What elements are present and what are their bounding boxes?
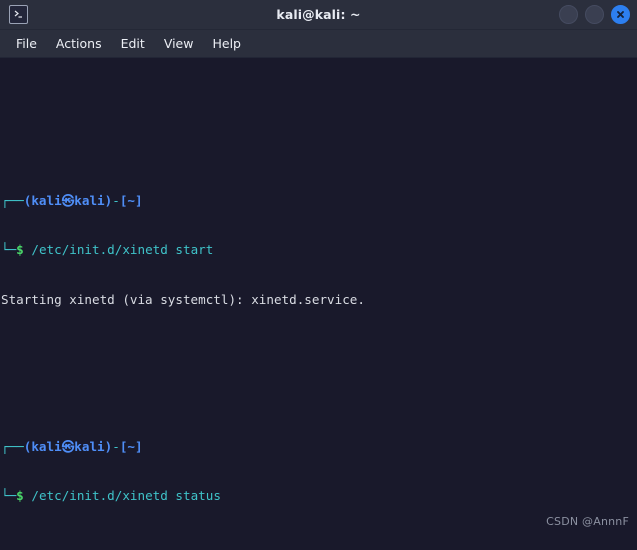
close-button[interactable] — [611, 5, 630, 24]
prompt-line-top-1: ┌──(kali㉿kali)-[~] — [1, 193, 637, 209]
prompt-host-2: kali — [74, 439, 105, 455]
terminal-output[interactable]: ┌──(kali㉿kali)-[~] └─$ /etc/init.d/xinet… — [0, 58, 637, 550]
prompt-dash-2: - — [112, 439, 120, 455]
watermark: CSDN @AnnnF — [546, 514, 629, 528]
prompt-path-2: [~] — [119, 439, 143, 455]
titlebar: kali@kali: ~ — [0, 0, 637, 30]
command-status: /etc/init.d/xinetd status — [31, 488, 221, 504]
prompt-corner-bottom: └─ — [1, 242, 17, 258]
terminal-window: kali@kali: ~ File Actions Edit View Help… — [0, 0, 637, 550]
close-icon — [617, 11, 624, 18]
prompt-at-icon: ㉿ — [61, 193, 75, 209]
terminal-icon — [9, 5, 28, 24]
prompt-dash: - — [112, 193, 120, 209]
prompt-user: kali — [31, 193, 62, 209]
menu-item-actions[interactable]: Actions — [48, 33, 110, 54]
prompt-at-icon-2: ㉿ — [61, 439, 75, 455]
menu-item-file[interactable]: File — [8, 33, 45, 54]
menu-item-help[interactable]: Help — [204, 33, 249, 54]
prompt-dollar-2: $ — [16, 488, 24, 504]
window-controls — [559, 5, 630, 24]
start-output-line: Starting xinetd (via systemctl): xinetd.… — [1, 292, 637, 308]
spacer-line-2 — [1, 357, 637, 373]
menubar: File Actions Edit View Help — [0, 30, 637, 58]
prompt-corner-bottom-2: └─ — [1, 488, 17, 504]
prompt-corner-top: ┌── — [1, 193, 24, 209]
start-output-text: Starting xinetd (via systemctl): xinetd.… — [1, 291, 365, 307]
prompt-path: [~] — [119, 193, 143, 209]
command-start: /etc/init.d/xinetd start — [31, 242, 214, 258]
prompt-corner-top-2: ┌── — [1, 439, 24, 455]
prompt-dollar: $ — [16, 242, 24, 258]
menu-item-view[interactable]: View — [156, 33, 202, 54]
window-title: kali@kali: ~ — [276, 7, 361, 22]
prompt-host: kali — [74, 193, 105, 209]
maximize-button[interactable] — [585, 5, 604, 24]
prompt-line-bottom-2: └─$ /etc/init.d/xinetd status — [1, 488, 637, 504]
minimize-button[interactable] — [559, 5, 578, 24]
prompt-line-top-2: ┌──(kali㉿kali)-[~] — [1, 439, 637, 455]
prompt-line-bottom-1: └─$ /etc/init.d/xinetd start — [1, 242, 637, 258]
prompt-user-2: kali — [31, 439, 62, 455]
menu-item-edit[interactable]: Edit — [113, 33, 153, 54]
